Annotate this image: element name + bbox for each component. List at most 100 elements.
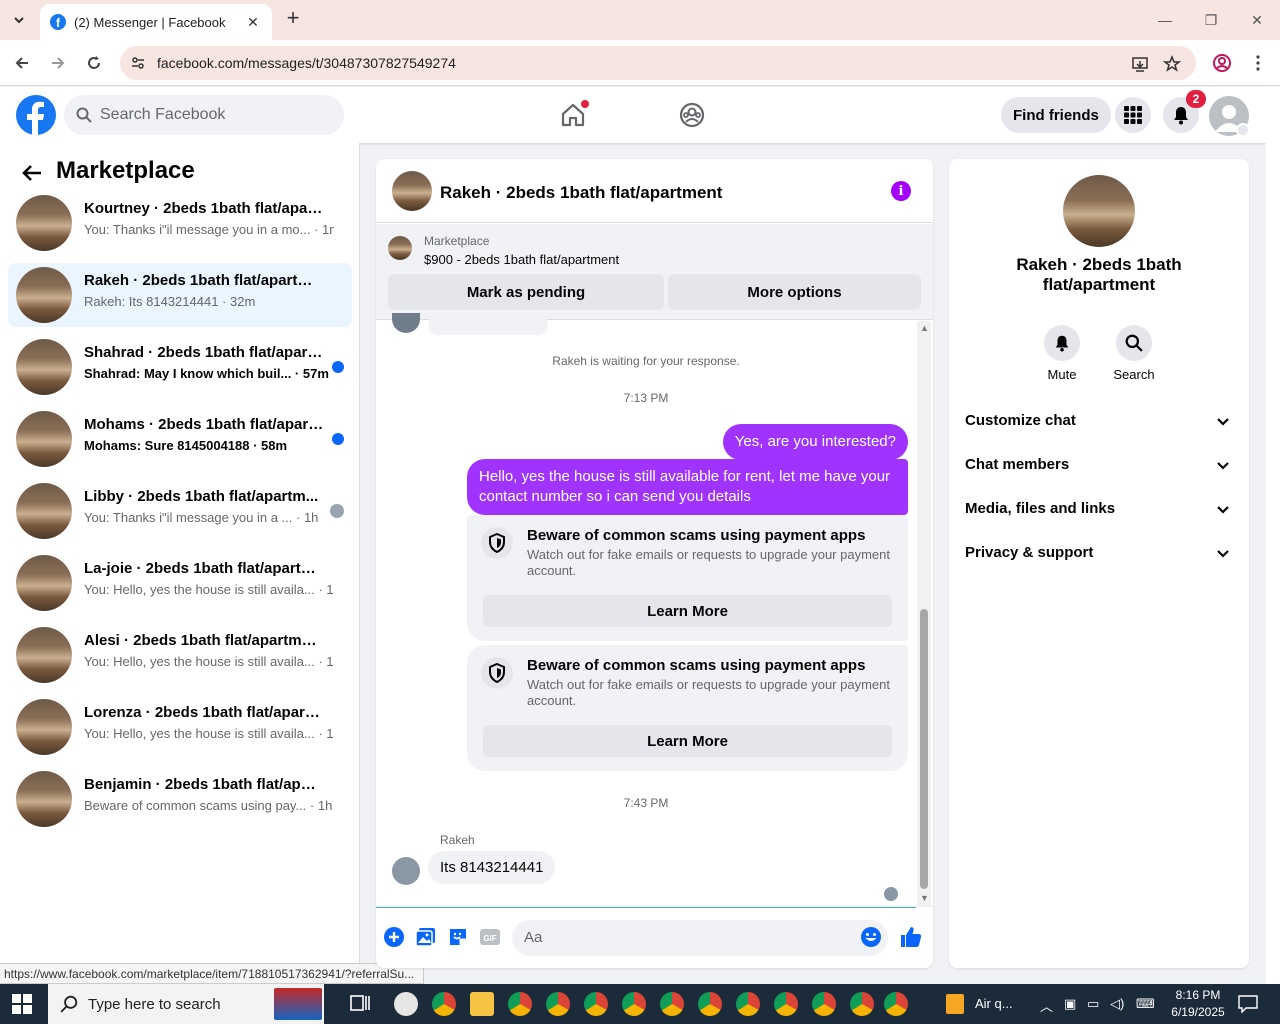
mute-button[interactable]: Mute: [1027, 325, 1097, 382]
conversation-item[interactable]: Mohams · 2beds 1bath flat/apart... Moham…: [8, 407, 352, 471]
conversation-item[interactable]: Libby · 2beds 1bath flat/apartm... You: …: [8, 479, 352, 543]
conversation-item[interactable]: La-joie · 2beds 1bath flat/apartment You…: [8, 551, 352, 615]
search-button[interactable]: Search: [1099, 325, 1169, 382]
back-arrow-icon[interactable]: [10, 51, 34, 75]
learn-more-button[interactable]: Learn More: [483, 725, 892, 757]
install-app-icon[interactable]: [1130, 54, 1150, 74]
chrome-icon[interactable]: [774, 992, 798, 1016]
weather-text[interactable]: Air q...: [975, 996, 1013, 1011]
chrome-icon[interactable]: [660, 992, 684, 1016]
sender-avatar[interactable]: [392, 857, 420, 885]
taskbar-search-input[interactable]: Type here to search: [48, 984, 324, 1024]
minimize-icon[interactable]: —: [1150, 8, 1180, 32]
browser-menu-icon[interactable]: [1246, 51, 1270, 75]
profile-icon[interactable]: [1210, 51, 1234, 75]
chrome-icon[interactable]: [884, 992, 908, 1016]
search-icon: [60, 995, 78, 1013]
chrome-icon[interactable]: [622, 992, 646, 1016]
facebook-search-input[interactable]: Search Facebook: [64, 95, 344, 135]
scrollbar-thumb[interactable]: [920, 609, 928, 889]
scroll-up-icon[interactable]: ▲: [920, 323, 929, 333]
plus-circle-icon[interactable]: [383, 926, 405, 948]
menu-grid-icon[interactable]: [1115, 97, 1151, 133]
chat-members-row[interactable]: Chat members: [965, 456, 1233, 480]
chrome-icon[interactable]: [546, 992, 570, 1016]
privacy-support-row[interactable]: Privacy & support: [965, 544, 1233, 568]
page-scrollbar[interactable]: [1266, 87, 1280, 984]
more-options-button[interactable]: More options: [668, 274, 921, 310]
learn-more-button[interactable]: Learn More: [483, 595, 892, 627]
forward-arrow-icon[interactable]: [46, 51, 70, 75]
file-explorer-icon[interactable]: [470, 992, 494, 1016]
chrome-icon[interactable]: [432, 992, 456, 1016]
incoming-message[interactable]: Its 8143214441: [428, 851, 556, 884]
tab-close-icon[interactable]: ✕: [244, 13, 262, 31]
info-icon[interactable]: i: [891, 181, 911, 201]
chat-avatar-large[interactable]: [1063, 175, 1135, 247]
chat-title[interactable]: Rakeh · 2beds 1bath flat/apartment: [440, 183, 722, 203]
tray-chevron-up-icon[interactable]: ︿: [1040, 996, 1053, 1015]
browser-tab-messenger[interactable]: f (2) Messenger | Facebook ✕: [40, 4, 272, 40]
volume-icon[interactable]: ◁): [1110, 996, 1124, 1012]
chrome-icon[interactable]: [736, 992, 760, 1016]
emoji-icon[interactable]: [860, 926, 882, 948]
media-files-links-row[interactable]: Media, files and links: [965, 500, 1233, 524]
tab-list-chevron-icon[interactable]: [6, 8, 32, 32]
chat-avatar[interactable]: [392, 171, 432, 211]
back-arrow-icon[interactable]: [20, 161, 44, 185]
outgoing-message[interactable]: Yes, are you interested?: [722, 424, 908, 460]
listing-price-title[interactable]: $900 - 2beds 1bath flat/apartment: [424, 252, 619, 267]
conversation-name: Lorenza · 2beds 1bath flat/apartm...: [84, 704, 324, 721]
scroll-down-icon[interactable]: ▼: [920, 893, 929, 903]
sticker-icon[interactable]: [447, 926, 469, 948]
photo-icon[interactable]: [415, 926, 437, 948]
timestamp: 7:13 PM: [623, 391, 669, 405]
app-icon[interactable]: [394, 992, 418, 1016]
windows-start-icon[interactable]: [12, 994, 32, 1014]
restore-icon[interactable]: ❐: [1196, 8, 1226, 32]
chrome-icon[interactable]: [850, 992, 874, 1016]
chrome-icon[interactable]: [812, 992, 836, 1016]
listing-thumbnail: [16, 267, 72, 323]
chrome-icon[interactable]: [508, 992, 532, 1016]
scam-text: Watch out for fake emails or requests to…: [527, 677, 890, 708]
reload-icon[interactable]: [82, 51, 106, 75]
weather-icon[interactable]: [946, 994, 964, 1014]
keyboard-icon[interactable]: ⌨: [1136, 996, 1155, 1012]
conversation-item[interactable]: Lorenza · 2beds 1bath flat/apartm... You…: [8, 695, 352, 759]
meet-now-icon[interactable]: ▣: [1064, 996, 1076, 1012]
conversation-item[interactable]: Shahrad · 2beds 1bath flat/apart... Shah…: [8, 335, 352, 399]
account-chevron-down-icon[interactable]: [1236, 123, 1250, 137]
find-friends-button[interactable]: Find friends: [1001, 97, 1111, 133]
row-label: Privacy & support: [965, 544, 1094, 561]
customize-chat-row[interactable]: Customize chat: [965, 412, 1233, 436]
conversation-name: Shahrad · 2beds 1bath flat/apart...: [84, 344, 324, 361]
network-icon[interactable]: ▭: [1087, 996, 1099, 1012]
conversation-item[interactable]: Alesi · 2beds 1bath flat/apartment You: …: [8, 623, 352, 687]
conversation-item[interactable]: Benjamin · 2beds 1bath flat/apart... Bew…: [8, 767, 352, 831]
thumbs-up-icon[interactable]: [899, 925, 923, 949]
chrome-icon[interactable]: [584, 992, 608, 1016]
scam-warning-card: Beware of common scams using payment app…: [467, 515, 908, 641]
conversation-item[interactable]: Kourtney · 2beds 1bath flat/apart... You…: [8, 191, 352, 255]
conversation-name: Benjamin · 2beds 1bath flat/apart...: [84, 776, 324, 793]
chrome-icon[interactable]: [698, 992, 722, 1016]
facebook-logo-icon[interactable]: [16, 95, 56, 135]
notification-center-icon[interactable]: [1238, 995, 1258, 1013]
mark-as-pending-button[interactable]: Mark as pending: [388, 274, 664, 310]
task-view-icon[interactable]: [348, 992, 372, 1016]
search-highlight-image[interactable]: [274, 988, 322, 1020]
listing-thumbnail[interactable]: [388, 236, 412, 260]
gif-icon[interactable]: GIF: [479, 926, 501, 948]
site-settings-icon[interactable]: [130, 55, 146, 71]
address-bar[interactable]: facebook.com/messages/t/3048730782754927…: [120, 46, 1196, 80]
message-input[interactable]: Aa: [512, 920, 888, 956]
bookmark-star-icon[interactable]: [1162, 54, 1182, 74]
message-scrollbar[interactable]: ▲ ▼: [917, 321, 931, 907]
groups-icon[interactable]: [678, 101, 706, 129]
outgoing-message[interactable]: Hello, yes the house is still available …: [467, 459, 908, 515]
system-clock[interactable]: 8:16 PM 6/19/2025: [1162, 987, 1234, 1021]
close-window-icon[interactable]: ✕: [1242, 8, 1272, 32]
new-tab-plus-icon[interactable]: +: [282, 7, 304, 30]
conversation-item-active[interactable]: Rakeh · 2beds 1bath flat/apartment Rakeh…: [8, 263, 352, 327]
